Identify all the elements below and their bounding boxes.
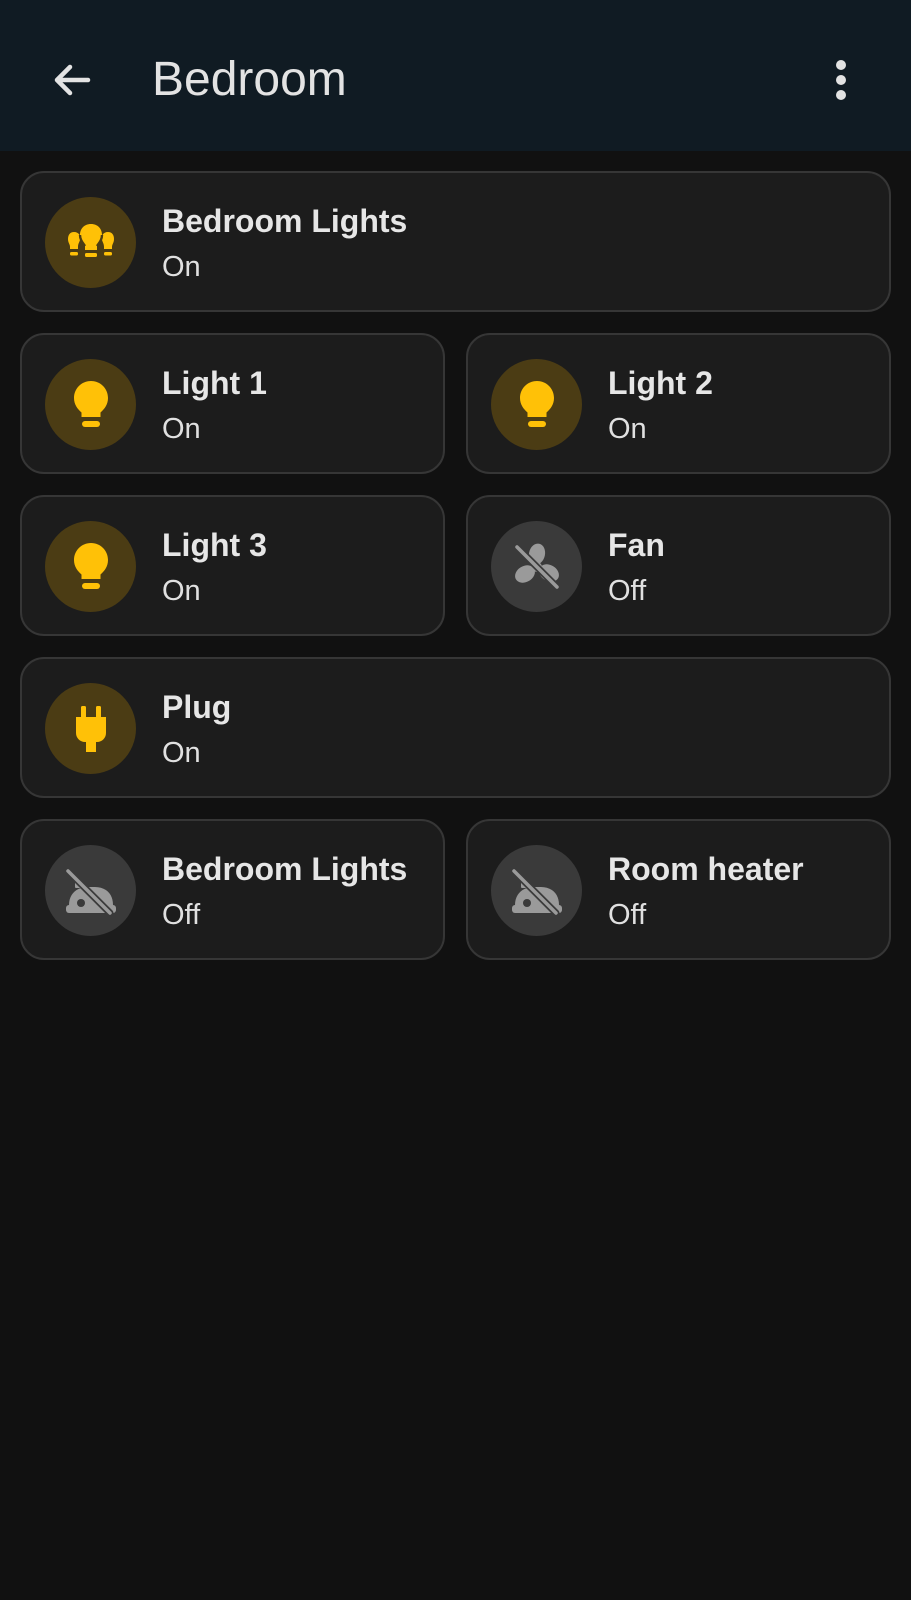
arrow-left-icon bbox=[54, 64, 91, 96]
lightbulb-icon bbox=[73, 380, 108, 427]
tile-name: Room heater bbox=[608, 851, 804, 887]
tile-light-2[interactable]: Light 2 On bbox=[466, 333, 891, 474]
light-group-icon bbox=[67, 223, 114, 257]
tile-state: On bbox=[162, 737, 201, 769]
tile-state: Off bbox=[608, 575, 647, 607]
tile-icon-badge[interactable] bbox=[45, 521, 136, 612]
lightbulb-icon bbox=[73, 542, 108, 589]
back-button[interactable] bbox=[36, 44, 108, 116]
tile-state: Off bbox=[608, 899, 647, 931]
tile-name: Fan bbox=[608, 527, 665, 563]
overflow-menu-button[interactable] bbox=[811, 44, 871, 116]
app-bar: Bedroom bbox=[0, 0, 911, 151]
power-plug-icon bbox=[75, 705, 106, 752]
page-title: Bedroom bbox=[152, 53, 347, 106]
robot-off-icon bbox=[64, 867, 116, 916]
tile-state: On bbox=[162, 413, 201, 445]
tile-name: Bedroom Lights bbox=[162, 851, 408, 887]
tile-name: Plug bbox=[162, 689, 232, 725]
tile-bedroom-lights-switch[interactable]: Bedroom Lights Off bbox=[20, 819, 445, 960]
tile-light-3[interactable]: Light 3 On bbox=[20, 495, 445, 636]
tile-icon-badge[interactable] bbox=[45, 683, 136, 774]
tile-state: On bbox=[162, 251, 201, 283]
tile-state: On bbox=[162, 575, 201, 607]
tile-icon-badge[interactable] bbox=[45, 845, 136, 936]
lightbulb-icon bbox=[519, 380, 554, 427]
tile-name: Light 3 bbox=[162, 527, 267, 563]
tile-icon-badge[interactable] bbox=[491, 845, 582, 936]
tile-icon-badge[interactable] bbox=[491, 359, 582, 450]
tile-state: On bbox=[608, 413, 647, 445]
entity-tile-grid: Bedroom Lights On Light 1 On Light 2 On bbox=[20, 171, 891, 960]
fan-off-icon bbox=[513, 543, 560, 590]
tile-fan[interactable]: Fan Off bbox=[466, 495, 891, 636]
tile-bedroom-lights-group[interactable]: Bedroom Lights On bbox=[20, 171, 891, 312]
tile-name: Light 2 bbox=[608, 365, 713, 401]
tile-light-1[interactable]: Light 1 On bbox=[20, 333, 445, 474]
tile-icon-badge[interactable] bbox=[491, 521, 582, 612]
tile-room-heater[interactable]: Room heater Off bbox=[466, 819, 891, 960]
dots-vertical-icon bbox=[836, 60, 846, 100]
tile-plug[interactable]: Plug On bbox=[20, 657, 891, 798]
tile-name: Light 1 bbox=[162, 365, 267, 401]
tile-name: Bedroom Lights bbox=[162, 203, 408, 239]
tile-icon-badge[interactable] bbox=[45, 197, 136, 288]
tile-icon-badge[interactable] bbox=[45, 359, 136, 450]
tile-state: Off bbox=[162, 899, 201, 931]
robot-off-icon bbox=[510, 867, 562, 916]
